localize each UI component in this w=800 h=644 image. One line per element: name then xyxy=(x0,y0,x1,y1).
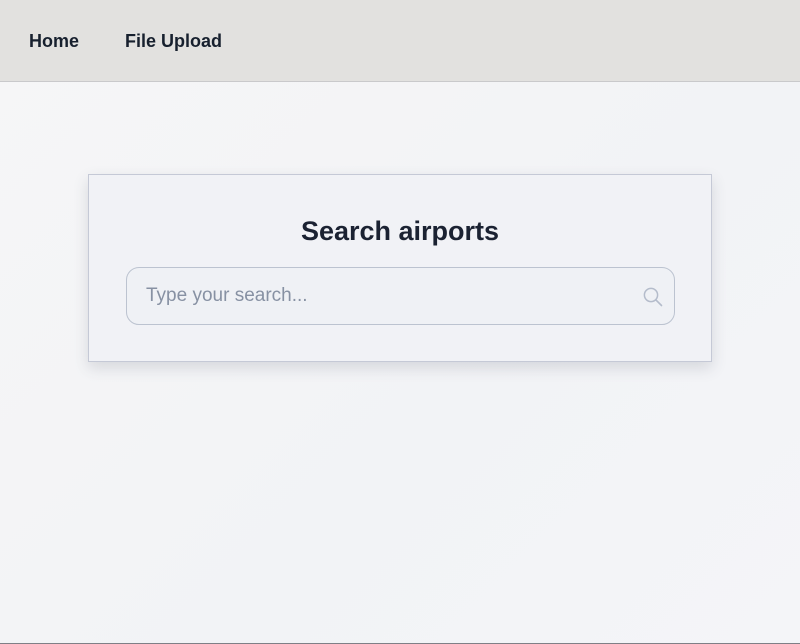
search-box xyxy=(126,267,675,325)
top-navbar: Home File Upload xyxy=(0,0,800,82)
search-card-title: Search airports xyxy=(300,216,500,246)
nav-link-home[interactable]: Home xyxy=(29,32,79,50)
search-card: Search airports xyxy=(88,174,712,362)
search-icon[interactable] xyxy=(642,286,664,308)
search-input[interactable] xyxy=(127,268,674,324)
nav-link-file-upload[interactable]: File Upload xyxy=(125,32,222,50)
